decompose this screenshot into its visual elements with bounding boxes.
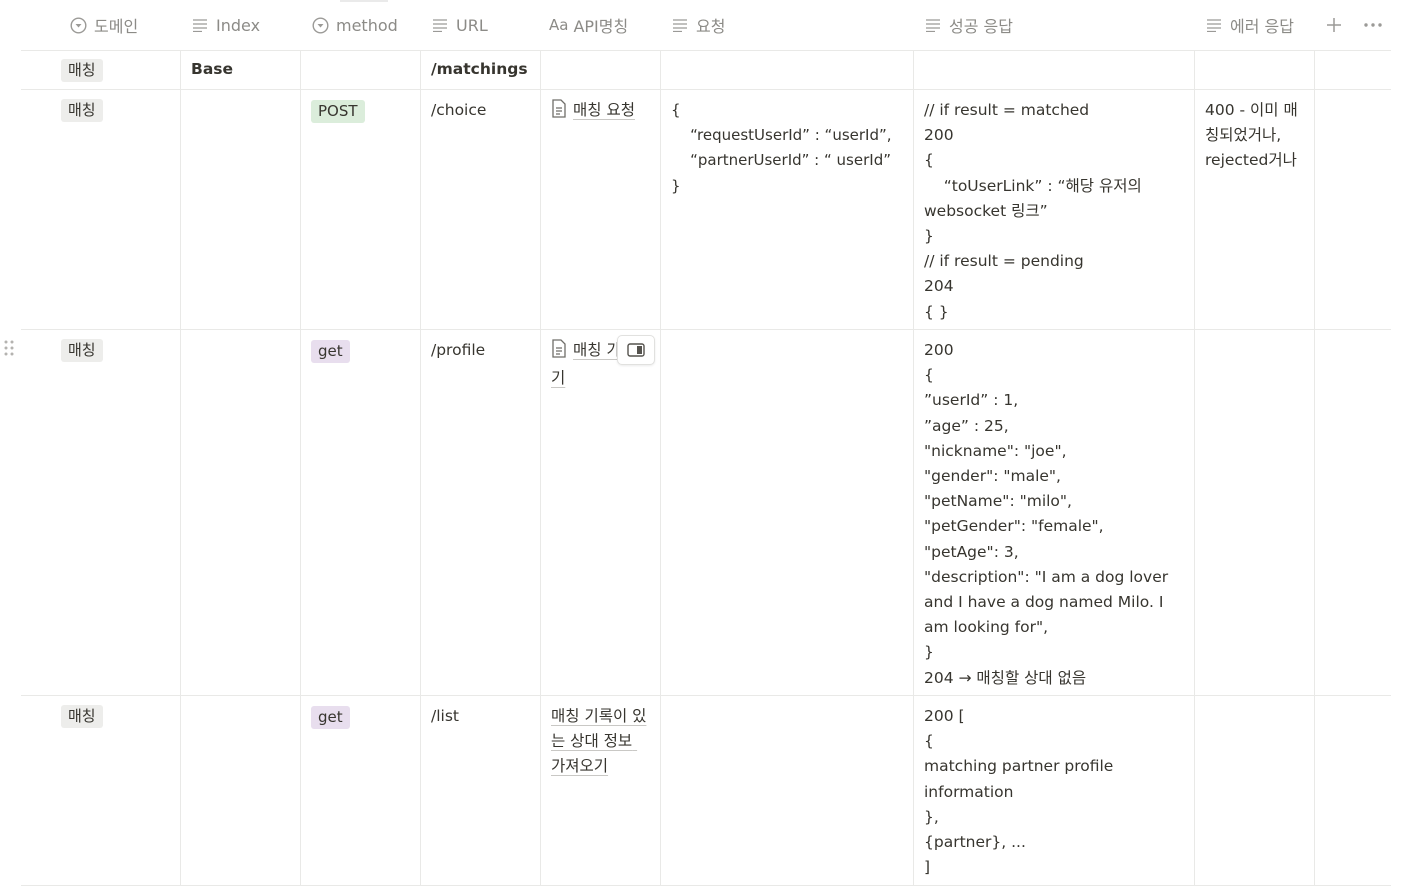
open-in-side-peek-button[interactable] xyxy=(617,335,655,365)
domain-tag: 매칭 xyxy=(61,59,103,82)
table-row[interactable]: 매칭 get /profile 매칭 가져오기 200 { ”userId” :… xyxy=(21,330,1391,696)
column-label: 성공 응답 xyxy=(949,17,1013,36)
title-icon: Aa xyxy=(549,16,569,34)
column-header-error-response[interactable]: 에러 응답 xyxy=(1205,0,1294,50)
column-header-request[interactable]: 요청 xyxy=(671,0,725,50)
add-column-icon[interactable] xyxy=(1326,17,1342,33)
api-table: 도메인 Index method URL Aa API명칭 요청 성공 응답 에… xyxy=(21,0,1391,886)
cell-method[interactable]: get xyxy=(301,330,421,695)
select-icon xyxy=(311,16,329,34)
column-header-method[interactable]: method xyxy=(311,0,398,50)
page-icon xyxy=(551,339,567,366)
cell-error[interactable] xyxy=(1195,330,1315,695)
cell-success[interactable]: 200 [ { matching partner profile informa… xyxy=(914,696,1195,885)
cell-request[interactable] xyxy=(661,51,914,89)
method-tag-post: POST xyxy=(311,100,365,123)
cell-success[interactable] xyxy=(914,51,1195,89)
page-link[interactable]: 매칭 기록이 있는 상대 정보 가져오기 xyxy=(551,707,646,775)
column-label: 도메인 xyxy=(94,17,139,36)
table-header: 도메인 Index method URL Aa API명칭 요청 성공 응답 에… xyxy=(21,0,1391,51)
drag-handle-icon[interactable] xyxy=(3,339,15,357)
cell-method[interactable]: get xyxy=(301,696,421,885)
domain-tag: 매칭 xyxy=(61,705,103,728)
domain-tag: 매칭 xyxy=(61,339,103,362)
cell-empty[interactable] xyxy=(1315,90,1391,329)
domain-tag: 매칭 xyxy=(61,99,103,122)
cell-url[interactable]: /matchings xyxy=(421,51,541,89)
column-header-url[interactable]: URL xyxy=(431,0,488,50)
cell-index[interactable] xyxy=(181,90,301,329)
text-icon xyxy=(1205,16,1223,34)
cell-api-name[interactable]: 매칭 기록이 있는 상대 정보 가져오기 xyxy=(541,696,661,885)
column-header-domain[interactable]: 도메인 xyxy=(69,0,138,50)
cell-method[interactable]: POST xyxy=(301,90,421,329)
text-icon xyxy=(671,16,689,34)
cell-empty[interactable] xyxy=(1315,696,1391,885)
cell-error[interactable] xyxy=(1195,696,1315,885)
cell-success[interactable]: 200 { ”userId” : 1, ”age” : 25, "nicknam… xyxy=(914,330,1195,695)
column-label: method xyxy=(336,15,398,35)
column-header-index[interactable]: Index xyxy=(191,0,260,50)
cell-domain[interactable]: 매칭 xyxy=(21,51,181,89)
cell-url[interactable]: /choice xyxy=(421,90,541,329)
table-row[interactable]: 매칭 Base /matchings xyxy=(21,51,1391,90)
cell-api-name[interactable]: 매칭 가져오기 xyxy=(541,330,661,695)
cell-request[interactable] xyxy=(661,330,914,695)
cell-method[interactable] xyxy=(301,51,421,89)
cell-index[interactable] xyxy=(181,696,301,885)
text-icon xyxy=(924,16,942,34)
cell-api-name[interactable] xyxy=(541,51,661,89)
column-label: 요청 xyxy=(696,17,726,36)
text-icon xyxy=(191,16,209,34)
column-label: Index xyxy=(216,15,261,35)
cell-request[interactable]: { “requestUserId” : “userId”, “partnerUs… xyxy=(661,90,914,329)
cell-empty[interactable] xyxy=(1315,51,1391,89)
cell-request[interactable] xyxy=(661,696,914,885)
cell-api-name[interactable]: 매칭 요청 xyxy=(541,90,661,329)
cell-domain[interactable]: 매칭 xyxy=(21,90,181,329)
cell-url[interactable]: /profile xyxy=(421,330,541,695)
column-label: API명칭 xyxy=(573,17,629,36)
column-header-success-response[interactable]: 성공 응답 xyxy=(924,0,1013,50)
column-label: URL xyxy=(456,15,488,35)
cell-error[interactable] xyxy=(1195,51,1315,89)
side-peek-icon xyxy=(627,343,645,357)
table-row[interactable]: 매칭 POST /choice 매칭 요청 { “requestUserId” … xyxy=(21,90,1391,330)
cell-index[interactable] xyxy=(181,330,301,695)
cell-empty[interactable] xyxy=(1315,330,1391,695)
text-icon xyxy=(431,16,449,34)
table-row[interactable]: 매칭 get /list 매칭 기록이 있는 상대 정보 가져오기 200 [ … xyxy=(21,696,1391,886)
method-tag-get: get xyxy=(311,340,350,363)
method-tag-get: get xyxy=(311,706,350,729)
column-label: 에러 응답 xyxy=(1230,17,1294,36)
cell-error[interactable]: 400 - 이미 매칭되었거나, rejected거나 xyxy=(1195,90,1315,329)
cell-success[interactable]: // if result = matched 200 { “toUserLink… xyxy=(914,90,1195,329)
cell-url[interactable]: /list xyxy=(421,696,541,885)
cell-domain[interactable]: 매칭 xyxy=(21,330,181,695)
cell-index[interactable]: Base xyxy=(181,51,301,89)
column-header-api-name[interactable]: Aa API명칭 xyxy=(549,0,628,50)
cell-domain[interactable]: 매칭 xyxy=(21,696,181,885)
select-icon xyxy=(69,16,87,34)
page-link[interactable]: 매칭 요청 xyxy=(573,101,635,119)
page-icon xyxy=(551,99,567,126)
more-options-icon[interactable] xyxy=(1363,17,1383,33)
